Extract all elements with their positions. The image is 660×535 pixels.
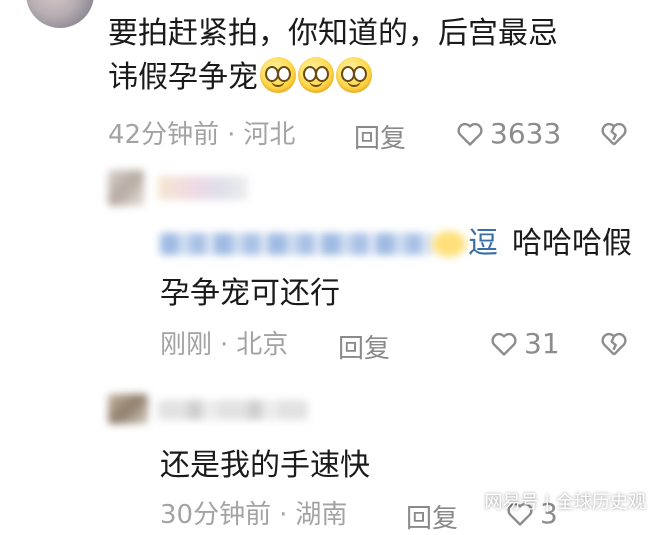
watermark: 网易号 | 全球历史观: [484, 492, 646, 513]
heart-outline-icon: [491, 332, 517, 356]
broken-heart-icon[interactable]: [600, 121, 628, 147]
reply-location: 北京: [236, 330, 289, 360]
mention-username[interactable]: [160, 233, 432, 255]
meta-separator: ·: [279, 500, 288, 530]
smiling-face-emoji-icon: [336, 57, 372, 93]
smiling-face-emoji-icon: [298, 57, 334, 93]
like-count: 31: [524, 327, 560, 360]
comment-line-1: 要拍赶紧拍，你知道的，后宫最忌: [108, 16, 558, 51]
reply-meta: 刚刚 · 北京: [160, 328, 288, 362]
reply-button[interactable]: 回复: [354, 118, 406, 155]
comment-time: 42分钟前: [108, 120, 220, 150]
reply-body: 逗 哈哈哈假 孕争宠可还行: [160, 222, 640, 316]
reply-meta: 30分钟前 · 湖南: [160, 498, 347, 532]
mention-tail[interactable]: 逗: [468, 222, 498, 266]
meta-separator: ·: [220, 330, 229, 360]
reply-location: 湖南: [295, 500, 348, 530]
like-button[interactable]: 31: [490, 327, 560, 360]
reply-line-2: 孕争宠可还行: [160, 276, 340, 311]
reply-body: 还是我的手速快: [160, 448, 370, 483]
comment-location: 河北: [243, 120, 296, 150]
like-count: 3633: [490, 117, 562, 150]
comment-meta: 42分钟前 · 河北: [108, 118, 295, 152]
broken-heart-icon[interactable]: [600, 331, 628, 357]
comment-body: 要拍赶紧拍，你知道的，后宫最忌 讳假孕争宠: [108, 12, 648, 100]
reply-line-1-text: 哈哈哈假: [512, 226, 632, 261]
reply-username[interactable]: [158, 400, 308, 424]
reply-avatar[interactable]: [108, 394, 148, 426]
comment-line-2: 讳假孕争宠: [108, 56, 648, 100]
reply-button[interactable]: 回复: [406, 498, 458, 535]
comment-line-2-text: 讳假孕争宠: [108, 60, 258, 95]
meta-separator: ·: [227, 120, 236, 150]
emoji-icon: [432, 231, 466, 257]
commenter-avatar[interactable]: [26, 0, 94, 28]
heart-outline-icon: [457, 122, 483, 146]
reply-time: 刚刚: [160, 330, 213, 360]
reply-avatar[interactable]: [108, 170, 144, 206]
reply-time: 30分钟前: [160, 500, 272, 530]
reply-username[interactable]: [158, 176, 248, 202]
like-button[interactable]: 3633: [456, 117, 561, 150]
reply-button[interactable]: 回复: [338, 328, 390, 365]
smiling-face-emoji-icon: [260, 57, 296, 93]
reply-line-1: 逗 哈哈哈假: [160, 222, 640, 266]
